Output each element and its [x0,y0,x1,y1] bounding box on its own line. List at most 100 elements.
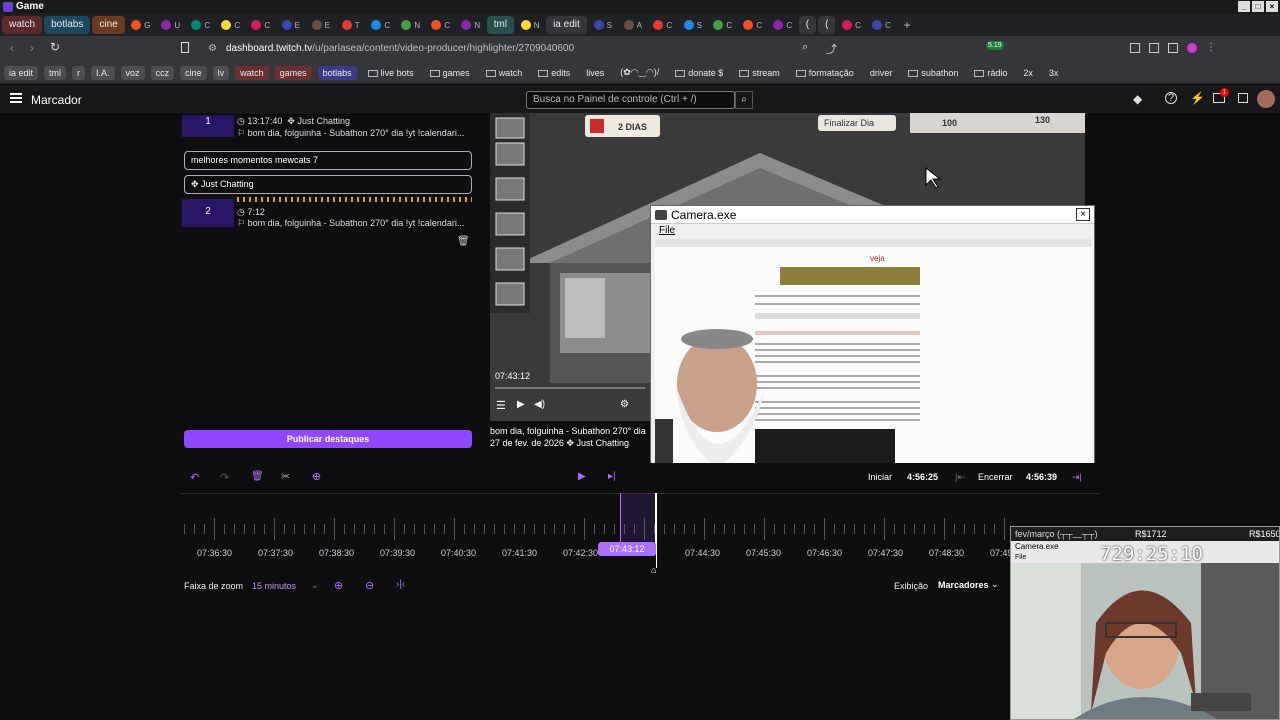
reload-icon[interactable]: ↻ [50,40,60,54]
bookmark-item[interactable]: driver [865,66,898,80]
chapters-icon[interactable]: ☰ [496,399,506,412]
bookmark-item[interactable]: r [72,65,86,80]
bookmark-item[interactable]: ccz [150,65,175,80]
user-avatar[interactable] [1257,90,1275,108]
search-button[interactable]: ⌕ [735,91,753,109]
timeline-ruler[interactable]: 07:36:30 07:37:30 07:38:30 07:39:30 07:40:30… [180,518,1025,588]
bookmark-item[interactable]: rádio [969,66,1012,80]
bookmark-item[interactable]: watch [235,65,269,80]
browser-tab[interactable]: C [739,16,767,34]
bookmark-item[interactable]: watch [481,66,528,80]
zoom-out-icon[interactable]: ⊖ [365,579,374,592]
player-progress-bar[interactable] [495,387,645,389]
camera-file-menu[interactable]: File [651,224,1094,238]
close-icon[interactable]: × [1076,208,1090,221]
highlight-list-item[interactable]: 1 ◷ 13:17:40 ✥ Just Chatting ⚐ bom dia, … [180,115,475,140]
view-select[interactable]: Marcadores [938,580,989,590]
bookmark-item[interactable]: lives [581,66,609,80]
highlight-list-item[interactable]: 2 ◷ 7:12 ⚐ bom dia, folguinha - Subathon… [180,197,475,228]
extension-icon[interactable] [1168,43,1178,53]
browser-tab[interactable]: U [157,16,185,34]
play-icon[interactable]: ▶ [578,471,586,482]
profile-avatar-icon[interactable] [1187,43,1197,53]
browser-tab[interactable]: C [367,16,395,34]
highlight-title-input[interactable]: melhores momentos mewcats 7 [184,151,472,170]
bookmark-item[interactable]: tml [44,65,67,80]
camera-window-titlebar[interactable]: Camera.exe × [651,206,1094,224]
chevron-down-icon[interactable]: ⌄ [991,579,999,590]
clip-selection-range[interactable] [620,493,656,545]
site-info-icon[interactable]: ⚙ [208,39,217,59]
zoom-range-select[interactable]: 15 minutos [252,581,296,591]
bookmark-item[interactable]: edits [533,66,575,80]
bits-icon[interactable]: ◆ [1133,92,1142,106]
skip-to-end-icon[interactable]: ▸| [608,471,616,482]
zoom-icon[interactable]: ⌕ [802,41,808,54]
bookmark-item[interactable]: 2x [1018,66,1038,80]
extension-icon[interactable] [1130,43,1140,53]
bookmark-item[interactable]: games [425,66,475,80]
bookmark-item[interactable]: lv [212,65,230,80]
dashboard-search-input[interactable]: Busca no Painel de controle (Ctrl + /) [526,91,735,109]
browser-tab[interactable]: C [187,16,215,34]
forward-icon[interactable]: › [30,41,34,55]
bookmark-icon[interactable] [181,42,189,53]
bookmark-item[interactable]: live bots [363,66,419,80]
zoom-in-icon[interactable]: ⊕ [334,579,343,592]
whispers-icon[interactable] [1238,93,1248,103]
bookmark-item[interactable]: 3x [1044,66,1064,80]
undo-icon[interactable]: ↶ [190,471,199,484]
share-icon[interactable]: ⤴ [826,41,837,57]
browser-tab[interactable]: C [247,16,275,34]
redo-icon[interactable]: ↷ [220,471,229,484]
browser-tab[interactable]: T [337,16,365,34]
prime-icon[interactable]: ⚡ [1190,91,1205,105]
browser-tab[interactable]: cine [92,16,125,34]
bookmark-item[interactable]: ia edit [4,65,39,80]
start-value[interactable]: 4:56:25 [907,472,938,482]
help-icon[interactable]: ? [1165,92,1177,104]
chevron-down-icon[interactable]: ⌄ [311,580,319,591]
url-field[interactable]: ⚙ dashboard.twitch.tv/u/parlasea/content… [200,39,890,59]
new-tab-icon[interactable]: + [903,18,910,32]
browser-tab[interactable]: C [769,16,797,34]
trash-icon[interactable]: 🗑 [457,236,470,247]
bookmark-item[interactable]: stream [734,66,785,80]
add-marker-icon[interactable]: ⊕ [312,470,321,483]
set-start-icon[interactable]: |⇤ [955,472,965,483]
fit-timeline-icon[interactable]: ›|‹ [396,579,405,590]
scissors-icon[interactable]: ✂ [281,470,290,483]
back-icon[interactable]: ‹ [10,41,14,55]
bookmark-item[interactable]: I.A. [91,65,115,80]
camera-window[interactable]: Camera.exe × File veja [650,205,1095,475]
end-value[interactable]: 4:56:39 [1026,472,1057,482]
volume-icon[interactable]: ◀) [534,399,545,410]
browser-tab[interactable]: S [589,16,617,34]
bookmark-item[interactable]: formatação [791,66,859,80]
menu-kebab-icon[interactable]: ⋮ [1206,43,1216,53]
maximize-icon[interactable]: □ [1252,1,1264,12]
browser-tab[interactable]: C [217,16,245,34]
browser-tab[interactable]: N [457,16,485,34]
browser-tab[interactable]: C [649,16,677,34]
browser-tab[interactable]: C [709,16,737,34]
browser-tab[interactable]: S [679,16,707,34]
bookmark-item[interactable]: (✿◠‿◠)/ [615,65,664,80]
browser-tab[interactable]: A [619,16,647,34]
bookmark-item[interactable]: botlabs [317,65,357,80]
browser-tab[interactable]: watch [2,16,43,34]
browser-tab[interactable]: ia edit [546,16,587,34]
browser-tab[interactable]: E [307,16,335,34]
browser-tab[interactable]: C [837,16,865,34]
extension-icon[interactable] [1149,43,1159,53]
browser-tab[interactable]: ( [798,16,817,34]
browser-tab[interactable]: C [867,16,895,34]
bookmark-item[interactable]: donate $ [670,66,728,80]
minimize-icon[interactable]: _ [1238,1,1250,12]
publish-highlights-button[interactable]: Publicar destaques [184,430,472,448]
bookmark-item[interactable]: subathon [903,66,963,80]
browser-tab[interactable]: ( [818,16,836,34]
set-end-icon[interactable]: ⇥| [1072,472,1082,483]
playhead-line[interactable] [656,493,657,568]
playhead-handle-icon[interactable]: ⌂ [651,565,656,575]
